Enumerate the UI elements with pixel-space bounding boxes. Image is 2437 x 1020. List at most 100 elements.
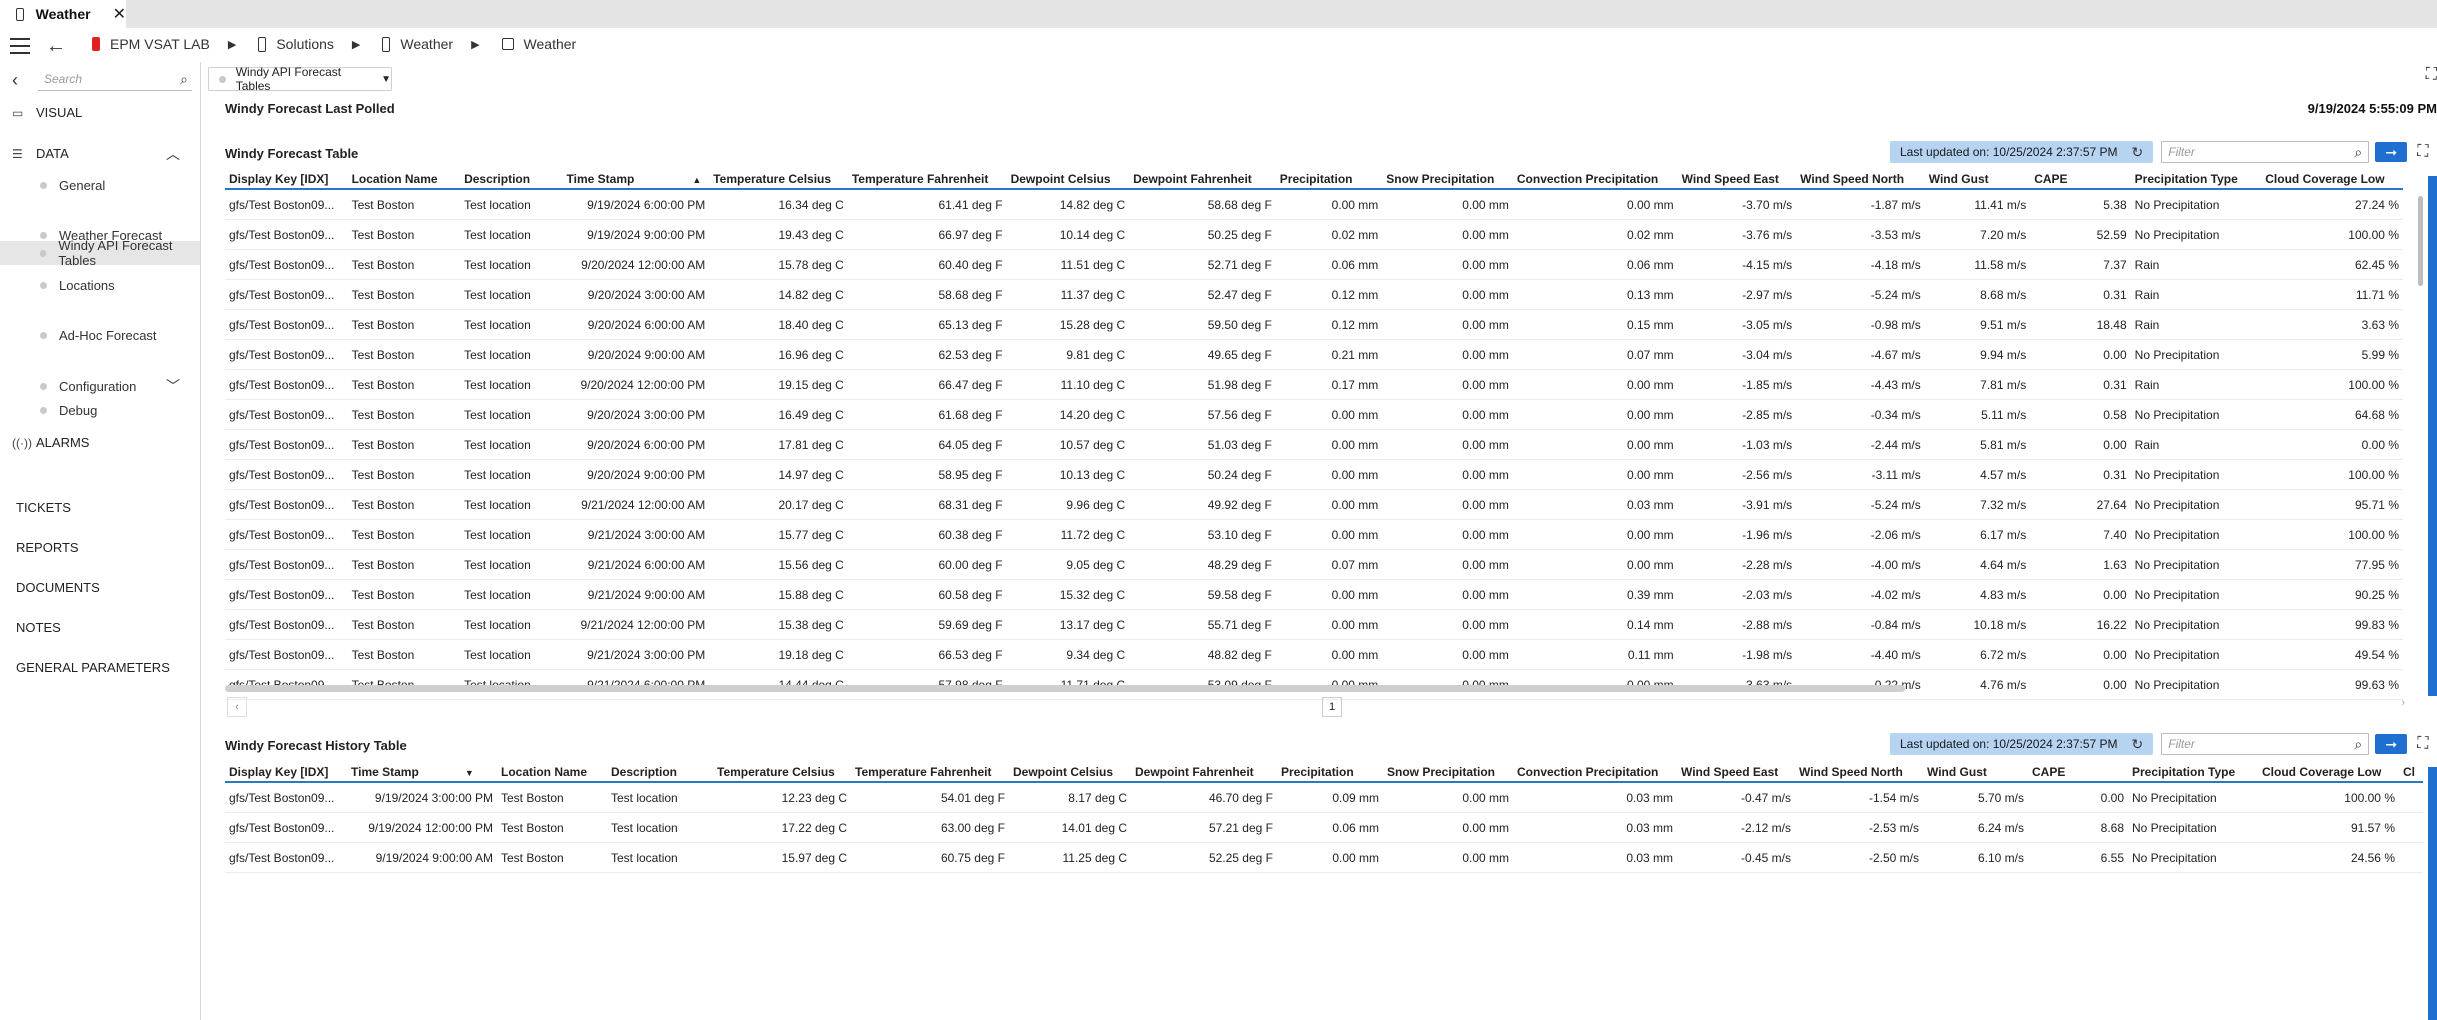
sidebar-item-general[interactable]: General: [40, 178, 105, 193]
expand-icon[interactable]: ⛶: [2417, 735, 2428, 753]
column-header-cape[interactable]: CAPE: [2028, 763, 2128, 783]
column-header-description[interactable]: Description: [607, 763, 713, 783]
column-header-temperature-fahrenheit[interactable]: Temperature Fahrenheit: [851, 763, 1009, 783]
search-icon[interactable]: ⌕: [2354, 736, 2362, 753]
column-header-display-key-idx[interactable]: Display Key [IDX]: [225, 170, 348, 190]
table-row[interactable]: gfs/Test Boston09...Test BostonTest loca…: [225, 369, 2403, 400]
column-header-wind-gust[interactable]: Wind Gust: [1923, 763, 2028, 783]
hamburger-menu-icon[interactable]: [10, 38, 30, 59]
column-header-snow-precipitation[interactable]: Snow Precipitation: [1382, 170, 1513, 190]
breadcrumb-item-weather-solution[interactable]: Weather: [382, 36, 453, 52]
column-header-cl[interactable]: Cl: [2399, 763, 2423, 783]
side-panel-accent[interactable]: [2428, 767, 2437, 1020]
sidebar-item-data[interactable]: ☰ DATA: [12, 146, 69, 161]
expand-icon[interactable]: ⛶: [2417, 143, 2428, 161]
table-row[interactable]: gfs/Test Boston09...Test BostonTest loca…: [225, 639, 2403, 670]
sidebar-item-locations[interactable]: Locations: [40, 278, 115, 293]
column-header-convection-precipitation[interactable]: Convection Precipitation: [1513, 763, 1677, 783]
column-header-location-name[interactable]: Location Name: [347, 170, 461, 190]
table-row[interactable]: gfs/Test Boston09...Test BostonTest loca…: [225, 309, 2403, 340]
column-header-cape[interactable]: CAPE: [2030, 170, 2131, 190]
column-header-location-name[interactable]: Location Name: [497, 763, 607, 783]
table-row[interactable]: gfs/Test Boston09... 9/19/2024 9:00:00 AM…: [225, 842, 2423, 873]
back-arrow-icon[interactable]: ←: [46, 35, 66, 58]
table-row[interactable]: gfs/Test Boston09...Test BostonTest loca…: [225, 549, 2403, 580]
column-header-dewpoint-celsius[interactable]: Dewpoint Celsius: [1009, 763, 1131, 783]
breadcrumb-item-solutions[interactable]: Solutions: [258, 36, 334, 52]
collapse-sidebar-icon[interactable]: ‹: [12, 70, 18, 91]
sidebar-item-visual[interactable]: ▭ VISUAL: [12, 105, 82, 120]
filter-input[interactable]: Filter ⌕: [2161, 733, 2370, 755]
column-header-wind-gust[interactable]: Wind Gust: [1924, 170, 2031, 190]
fullscreen-icon[interactable]: ⛶: [2426, 66, 2437, 84]
column-header-precipitation[interactable]: Precipitation: [1275, 170, 1383, 190]
table-row[interactable]: gfs/Test Boston09...Test BostonTest loca…: [225, 489, 2403, 520]
table-row[interactable]: gfs/Test Boston09... 9/19/2024 12:00:00 P…: [225, 812, 2423, 843]
apply-filter-button[interactable]: ➞: [2375, 142, 2408, 162]
sidebar-item-alarms[interactable]: ((·)) ALARMS: [12, 435, 89, 450]
table-row[interactable]: gfs/Test Boston09...Test BostonTest loca…: [225, 459, 2403, 490]
breadcrumb-item-site[interactable]: EPM VSAT LAB: [92, 36, 210, 52]
view-selector-dropdown[interactable]: Windy API Forecast Tables ▼: [208, 65, 392, 93]
column-header-temperature-celsius[interactable]: Temperature Celsius: [709, 170, 848, 190]
page-number-button[interactable]: 1: [1322, 697, 1342, 717]
table-row[interactable]: gfs/Test Boston09...Test BostonTest loca…: [225, 249, 2403, 280]
column-header-precipitation[interactable]: Precipitation: [1277, 763, 1383, 783]
column-header-cloud-coverage-low[interactable]: Cloud Coverage Low: [2258, 763, 2399, 783]
sidebar-search-input[interactable]: Search ⌕: [38, 68, 192, 91]
breadcrumb-item-weather[interactable]: Weather: [501, 36, 576, 52]
side-panel-accent[interactable]: [2428, 176, 2437, 696]
next-page-button[interactable]: ›: [2401, 697, 2405, 709]
chevron-up-icon[interactable]: ︿: [166, 144, 180, 164]
sidebar-link-documents[interactable]: DOCUMENTS: [16, 580, 100, 595]
refresh-icon[interactable]: ↻: [2132, 144, 2144, 161]
table-row[interactable]: gfs/Test Boston09...Test BostonTest loca…: [225, 579, 2403, 610]
search-icon[interactable]: ⌕: [180, 71, 188, 88]
filter-input[interactable]: Filter ⌕: [2161, 141, 2370, 163]
horizontal-scrollbar[interactable]: [225, 685, 1905, 692]
column-header-wind-speed-east[interactable]: Wind Speed East: [1677, 763, 1795, 783]
column-header-snow-precipitation[interactable]: Snow Precipitation: [1383, 763, 1513, 783]
column-header-description[interactable]: Description: [460, 170, 563, 190]
column-header-display-key-idx[interactable]: Display Key [IDX]: [225, 763, 347, 783]
chevron-down-icon[interactable]: ﹀: [166, 376, 180, 396]
column-header-wind-speed-east[interactable]: Wind Speed East: [1677, 170, 1797, 190]
column-header-dewpoint-celsius[interactable]: Dewpoint Celsius: [1006, 170, 1130, 190]
column-header-time-stamp[interactable]: Time Stamp: [347, 763, 497, 783]
previous-page-button[interactable]: ‹: [227, 697, 247, 717]
sidebar-item-ad-hoc-forecast[interactable]: Ad-Hoc Forecast: [40, 328, 157, 343]
table-row[interactable]: gfs/Test Boston09...Test BostonTest loca…: [225, 219, 2403, 250]
column-header-dewpoint-fahrenheit[interactable]: Dewpoint Fahrenheit: [1129, 170, 1276, 190]
column-header-wind-speed-north[interactable]: Wind Speed North: [1795, 763, 1923, 783]
column-header-temperature-fahrenheit[interactable]: Temperature Fahrenheit: [847, 170, 1007, 190]
vertical-scrollbar[interactable]: [2418, 196, 2423, 286]
table-row[interactable]: gfs/Test Boston09...Test BostonTest loca…: [225, 339, 2403, 370]
column-header-dewpoint-fahrenheit[interactable]: Dewpoint Fahrenheit: [1131, 763, 1277, 783]
table-row[interactable]: gfs/Test Boston09...Test BostonTest loca…: [225, 279, 2403, 310]
column-header-cloud-coverage-low[interactable]: Cloud Coverage Low: [2261, 170, 2403, 190]
sidebar-link-reports[interactable]: REPORTS: [16, 540, 79, 555]
column-header-convection-precipitation[interactable]: Convection Precipitation: [1512, 170, 1678, 190]
column-header-temperature-celsius[interactable]: Temperature Celsius: [713, 763, 851, 783]
table-row[interactable]: gfs/Test Boston09...Test BostonTest loca…: [225, 189, 2403, 220]
table-row[interactable]: gfs/Test Boston09...Test BostonTest loca…: [225, 429, 2403, 460]
sidebar-link-tickets[interactable]: TICKETS: [16, 500, 71, 515]
sidebar-item-debug[interactable]: Debug: [40, 403, 97, 418]
refresh-icon[interactable]: ↻: [2132, 736, 2144, 753]
column-header-precipitation-type[interactable]: Precipitation Type: [2128, 763, 2258, 783]
column-header-precipitation-type[interactable]: Precipitation Type: [2130, 170, 2262, 190]
sidebar-item-configuration[interactable]: Configuration: [40, 379, 136, 394]
search-icon[interactable]: ⌕: [2354, 144, 2362, 161]
column-header-wind-speed-north[interactable]: Wind Speed North: [1796, 170, 1925, 190]
table-row[interactable]: gfs/Test Boston09...Test BostonTest loca…: [225, 399, 2403, 430]
window-tab[interactable]: Weather ✕: [0, 0, 126, 28]
table-row[interactable]: gfs/Test Boston09... 9/19/2024 3:00:00 PM…: [225, 782, 2423, 813]
sidebar-link-general-parameters[interactable]: GENERAL PARAMETERS: [16, 660, 170, 675]
table-row[interactable]: gfs/Test Boston09...Test BostonTest loca…: [225, 609, 2403, 640]
column-header-time-stamp[interactable]: Time Stamp: [562, 170, 710, 190]
apply-filter-button[interactable]: ➞: [2375, 734, 2408, 754]
table-row[interactable]: gfs/Test Boston09...Test BostonTest loca…: [225, 519, 2403, 550]
close-icon[interactable]: ✕: [113, 4, 126, 24]
sidebar-item-windy-api-forecast-tables[interactable]: Windy API Forecast Tables: [0, 238, 200, 268]
sidebar-link-notes[interactable]: NOTES: [16, 620, 61, 635]
